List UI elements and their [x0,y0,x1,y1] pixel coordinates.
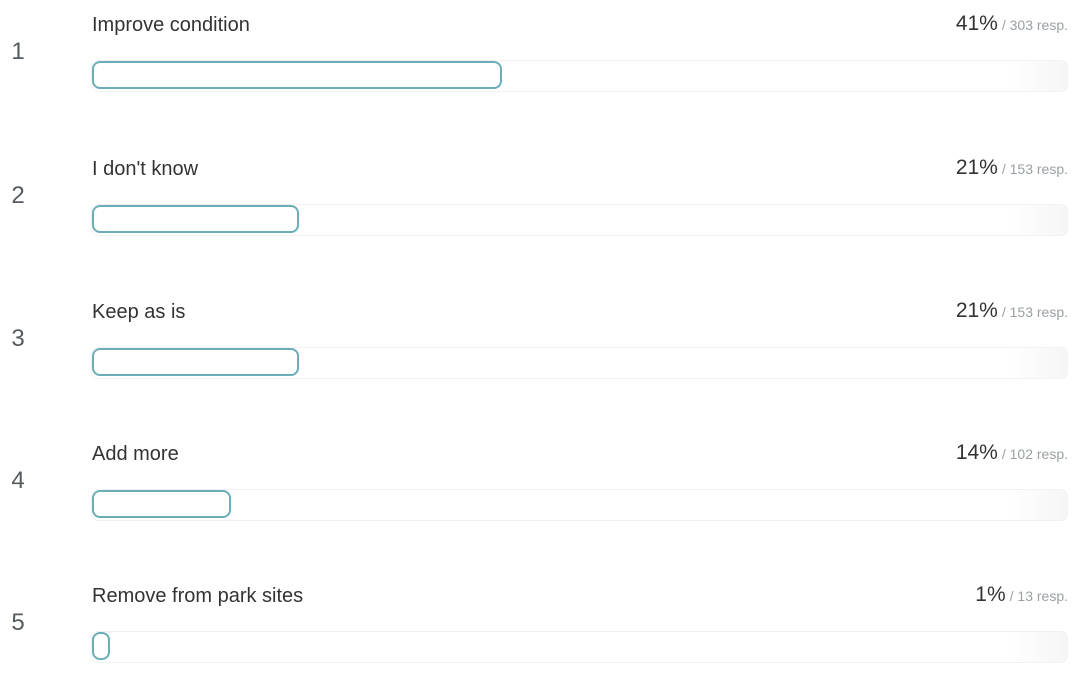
result-rank: 3 [11,325,25,352]
result-responses: / 13 resp. [1009,588,1068,604]
result-responses: / 303 resp. [1001,17,1068,33]
result-label: Remove from park sites [92,585,304,607]
result-responses: / 102 resp. [1001,446,1068,462]
progress-fill [92,61,502,89]
progress-track [92,490,1067,520]
result-percent: 21% [955,156,998,179]
result-responses: / 153 resp. [1001,161,1068,177]
progress-track [92,348,1067,378]
result-row: 1 Improve condition 41%/ 303 resp. [0,4,1073,104]
result-stats: 21%/ 153 resp. [956,156,1068,180]
result-row: 5 Remove from park sites 1%/ 13 resp. [0,575,1073,675]
progress-fill [92,490,231,518]
result-percent: 21% [955,299,998,322]
progress-fill [92,205,299,233]
progress-fill [92,348,299,376]
result-stats: 21%/ 153 resp. [956,299,1068,323]
result-stats: 41%/ 303 resp. [956,12,1068,36]
result-percent: 1% [975,583,1006,606]
result-row: 4 Add more 14%/ 102 resp. [0,433,1073,533]
progress-track [92,632,1067,662]
result-label: Keep as is [92,301,186,323]
result-stats: 14%/ 102 resp. [956,441,1068,465]
result-rank: 1 [11,38,25,65]
result-responses: / 153 resp. [1001,304,1068,320]
result-row: 3 Keep as is 21%/ 153 resp. [0,291,1073,391]
result-percent: 14% [955,441,998,464]
result-rank: 2 [11,182,25,209]
progress-track [92,61,1067,91]
result-rank: 4 [11,467,25,494]
result-stats: 1%/ 13 resp. [975,583,1068,607]
result-label: I don't know [92,158,199,180]
result-label: Add more [92,443,179,465]
result-rank: 5 [11,609,25,636]
progress-fill [92,632,110,660]
result-row: 2 I don't know 21%/ 153 resp. [0,148,1073,248]
progress-track [92,205,1067,235]
result-percent: 41% [955,12,998,35]
result-label: Improve condition [92,14,250,36]
